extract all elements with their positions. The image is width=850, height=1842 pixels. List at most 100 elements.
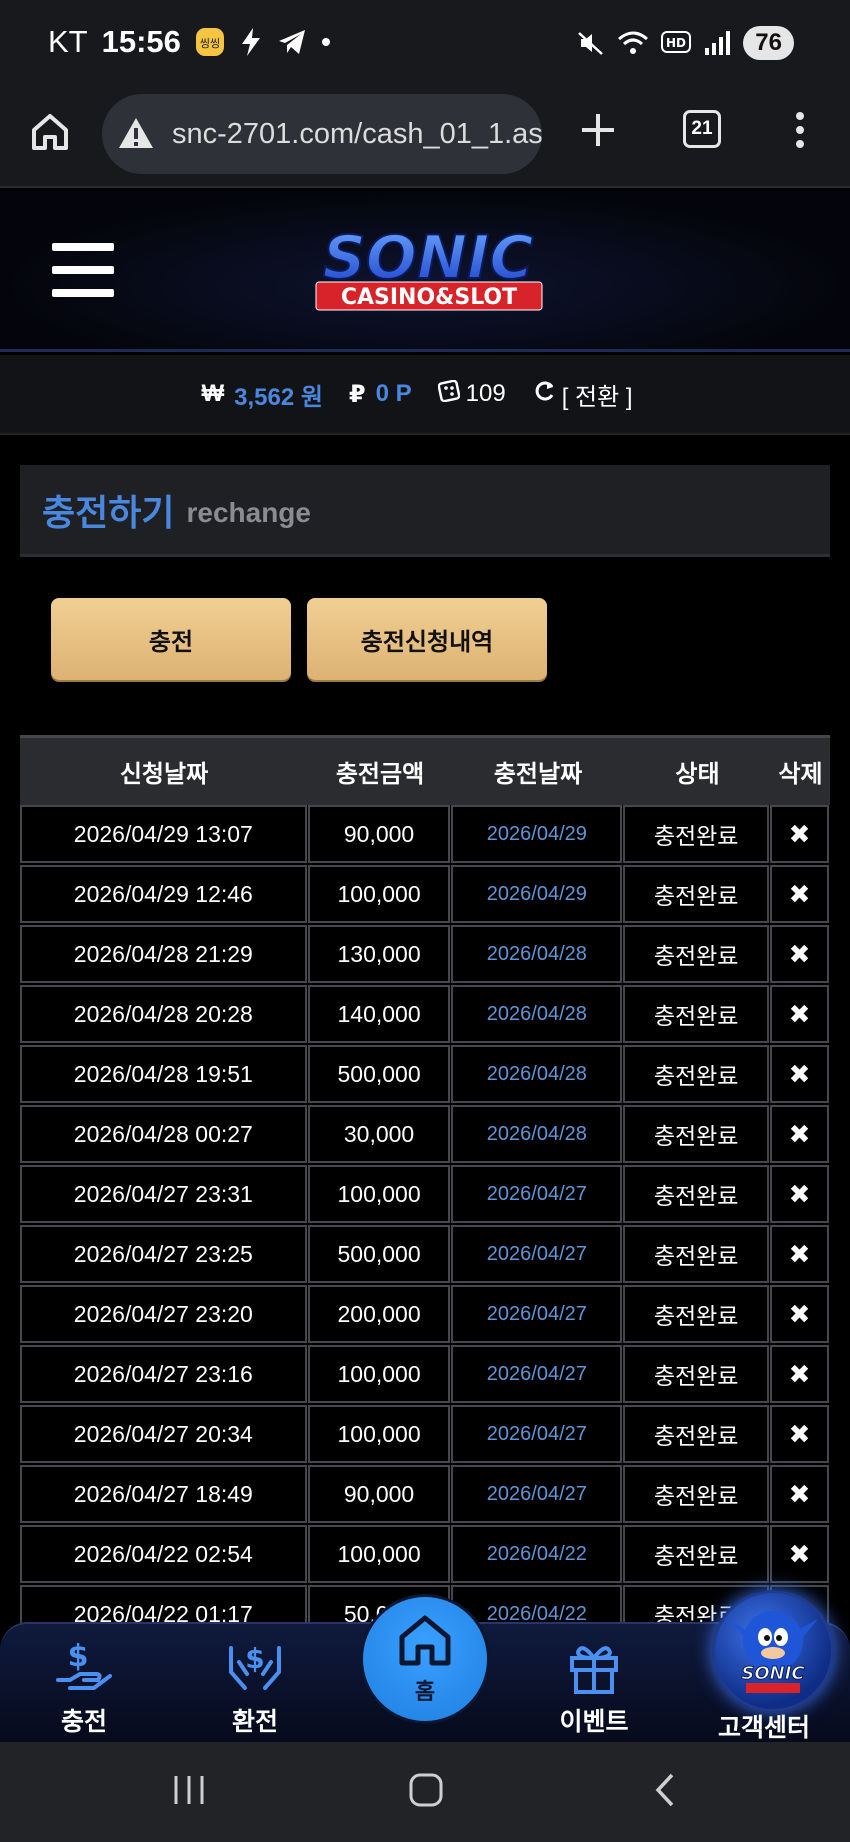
delete-button[interactable]: ✖ xyxy=(770,1225,829,1283)
won-value: 3,562 원 xyxy=(234,383,323,411)
hands-dollar-icon: $ xyxy=(225,1638,285,1696)
charge-date-cell: 2026/04/29 xyxy=(451,865,623,923)
charge-date-cell: 2026/04/28 xyxy=(451,985,623,1043)
request-date-cell: 2026/04/27 23:20 xyxy=(20,1285,307,1343)
amount-cell: 30,000 xyxy=(307,1105,451,1163)
request-date-cell: 2026/04/27 23:31 xyxy=(20,1165,307,1223)
amount-cell: 100,000 xyxy=(307,1345,451,1403)
browser-home-icon[interactable] xyxy=(28,110,72,154)
charge-history-button[interactable]: 충전신청내역 xyxy=(307,598,547,680)
nav-home[interactable]: 홈 xyxy=(360,1594,490,1724)
request-date-cell: 2026/04/28 20:28 xyxy=(20,985,307,1043)
status-cell: 충전완료 xyxy=(623,1165,770,1223)
table-row: 2026/04/27 23:20 200,000 2026/04/27 충전완료 ✖ xyxy=(20,1285,830,1345)
nav-charge[interactable]: $ 충전 xyxy=(24,1638,144,1738)
request-date-cell: 2026/04/27 23:16 xyxy=(20,1345,307,1403)
point-value: 0 P xyxy=(375,380,412,407)
header-amount: 충전금액 xyxy=(335,760,425,788)
balance-bar: ₩ 3,562 원 ₽ 0 P 109 [ 전환 ] xyxy=(0,355,850,435)
page-title-english: rechange xyxy=(186,496,311,528)
point-balance: ₽ 0 P xyxy=(349,380,412,409)
switch-button[interactable]: [ 전환 ] xyxy=(532,377,633,412)
nav-event[interactable]: 이벤트 xyxy=(534,1638,654,1738)
table-row: 2026/04/22 02:54 100,000 2026/04/22 충전완료 ✖ xyxy=(20,1525,830,1585)
status-cell: 충전완료 xyxy=(623,1345,770,1403)
won-icon: ₩ xyxy=(201,380,225,407)
status-cell: 충전완료 xyxy=(623,865,770,923)
address-bar[interactable]: snc-2701.com/cash_01_1.as xyxy=(102,94,542,174)
delete-button[interactable]: ✖ xyxy=(770,805,829,863)
point-icon: ₽ xyxy=(348,380,366,408)
status-cell: 충전완료 xyxy=(623,1525,770,1583)
table-row: 2026/04/29 13:07 90,000 2026/04/29 충전완료 ✖ xyxy=(20,805,830,865)
more-menu-icon[interactable] xyxy=(790,108,810,152)
charge-date-cell: 2026/04/27 xyxy=(451,1285,623,1343)
sonic-logo[interactable]: SONIC CASINO&SLOT xyxy=(292,220,564,316)
nav-exchange[interactable]: $ 환전 xyxy=(195,1638,315,1738)
header-delete: 삭제 xyxy=(778,760,823,788)
nav-support[interactable]: 고객센터 xyxy=(704,1702,824,1744)
status-cell: 충전완료 xyxy=(623,1285,770,1343)
home-icon xyxy=(396,1613,454,1672)
new-tab-icon[interactable] xyxy=(576,108,620,152)
status-cell: 충전완료 xyxy=(623,805,770,863)
request-date-cell: 2026/04/27 23:25 xyxy=(20,1225,307,1283)
page-title-korean: 충전하기 xyxy=(42,491,175,533)
won-balance: ₩ 3,562 원 xyxy=(201,377,322,412)
table-row: 2026/04/27 23:25 500,000 2026/04/27 충전완료 ✖ xyxy=(20,1225,830,1285)
delete-button[interactable]: ✖ xyxy=(770,1405,829,1463)
charge-date-cell: 2026/04/27 xyxy=(451,1225,623,1283)
amount-cell: 90,000 xyxy=(307,805,451,863)
signal-icon xyxy=(703,30,731,56)
back-icon[interactable] xyxy=(652,1772,678,1813)
delete-button[interactable]: ✖ xyxy=(770,1285,829,1343)
table-row: 2026/04/28 00:27 30,000 2026/04/28 충전완료 ✖ xyxy=(20,1105,830,1165)
delete-button[interactable]: ✖ xyxy=(770,1345,829,1403)
request-date-cell: 2026/04/28 21:29 xyxy=(20,925,307,983)
support-avatar[interactable]: SONIC xyxy=(712,1590,834,1712)
gift-icon xyxy=(564,1638,624,1696)
svg-text:HD: HD xyxy=(666,36,686,50)
chip-value: 109 xyxy=(465,380,506,407)
delete-button[interactable]: ✖ xyxy=(770,1105,829,1163)
delete-button[interactable]: ✖ xyxy=(770,1165,829,1223)
delete-button[interactable]: ✖ xyxy=(770,1525,829,1583)
hamburger-menu-icon[interactable] xyxy=(52,243,114,297)
recents-icon[interactable] xyxy=(172,1772,206,1813)
amount-cell: 140,000 xyxy=(307,985,451,1043)
table-body: 2026/04/29 13:07 90,000 2026/04/29 충전완료 ✖ 202… xyxy=(20,805,830,1645)
table-row: 2026/04/28 19:51 500,000 2026/04/28 충전완료 ✖ xyxy=(20,1045,830,1105)
charge-button[interactable]: 충전 xyxy=(51,598,291,680)
nav-exchange-label: 환전 xyxy=(231,1707,278,1736)
delete-button[interactable]: ✖ xyxy=(770,985,829,1043)
battery-indicator: 76 xyxy=(743,26,794,60)
status-cell: 충전완료 xyxy=(623,1465,770,1523)
bolt-icon xyxy=(239,27,263,57)
delete-button[interactable]: ✖ xyxy=(770,865,829,923)
table-row: 2026/04/29 12:46 100,000 2026/04/29 충전완료 ✖ xyxy=(20,865,830,925)
telegram-icon xyxy=(277,28,307,56)
refresh-icon xyxy=(532,379,556,410)
svg-text:CASINO&SLOT: CASINO&SLOT xyxy=(341,285,517,310)
status-cell: 충전완료 xyxy=(623,1405,770,1463)
table-row: 2026/04/28 20:28 140,000 2026/04/28 충전완료 ✖ xyxy=(20,985,830,1045)
hd-icon: HD xyxy=(661,31,692,55)
amount-cell: 130,000 xyxy=(307,925,451,983)
table-row: 2026/04/27 23:31 100,000 2026/04/27 충전완료 ✖ xyxy=(20,1165,830,1225)
amount-cell: 500,000 xyxy=(307,1225,451,1283)
warning-icon xyxy=(116,114,156,154)
hand-dollar-icon: $ xyxy=(54,1638,114,1696)
svg-text:SONIC: SONIC xyxy=(741,1663,805,1684)
request-date-cell: 2026/04/28 00:27 xyxy=(20,1105,307,1163)
request-date-cell: 2026/04/29 12:46 xyxy=(20,865,307,923)
tab-switcher-button[interactable]: 21 xyxy=(683,110,721,148)
nav-charge-label: 충전 xyxy=(60,1707,107,1736)
delete-button[interactable]: ✖ xyxy=(770,1045,829,1103)
delete-button[interactable]: ✖ xyxy=(770,925,829,983)
page-title: 충전하기 rechange xyxy=(20,465,830,557)
delete-button[interactable]: ✖ xyxy=(770,1465,829,1523)
charge-date-cell: 2026/04/29 xyxy=(451,805,623,863)
header-request-date: 신청날짜 xyxy=(119,760,209,788)
chip-balance: 109 xyxy=(437,379,506,409)
home-nav-icon[interactable] xyxy=(408,1772,444,1813)
